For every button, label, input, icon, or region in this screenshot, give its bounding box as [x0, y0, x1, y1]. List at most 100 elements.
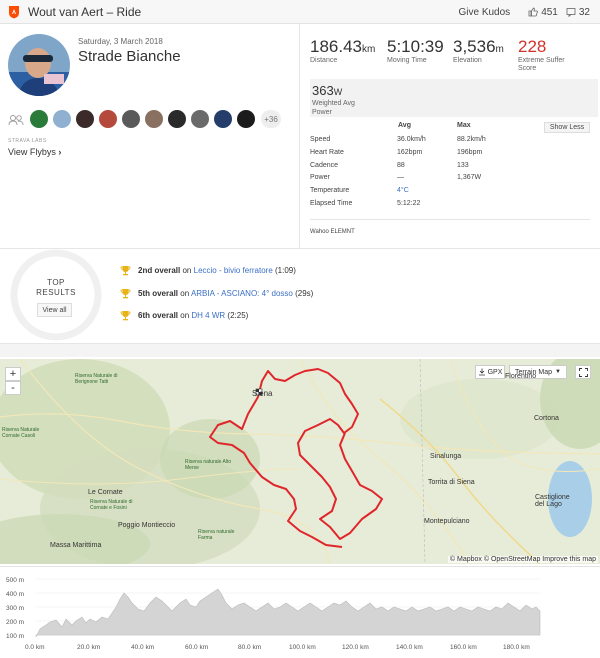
elevation-value: 3,536	[453, 37, 496, 56]
map-label-reserve-alto-merse: Riserva naturale Alto Merse	[185, 459, 232, 471]
athlete-avatar[interactable]	[8, 34, 70, 96]
x-label: 160.0 km	[450, 644, 477, 651]
give-kudos-button[interactable]: Give Kudos	[458, 7, 510, 18]
show-less-button[interactable]: Show Less	[544, 122, 590, 133]
segment-link[interactable]: DH 4 WR	[191, 311, 225, 320]
row-label: Power	[310, 174, 330, 181]
device-name: Wahoo ELEMNT	[310, 229, 355, 235]
result-on: on	[180, 311, 190, 320]
elevation-chart-svg: 500 m 400 m 300 m 200 m 100 m 0.0 km 20.…	[6, 577, 541, 651]
map-label-reserve-farma: Riserva naturale Farma	[198, 529, 235, 541]
row-avg: 4°C	[397, 187, 409, 194]
distance-unit: km	[362, 44, 376, 55]
kudos-counter[interactable]: 451	[528, 7, 558, 18]
x-label: 0.0 km	[25, 644, 45, 651]
map-label-castiglione: Castiglione del Lago	[535, 494, 570, 508]
athlete-avatar-small[interactable]	[168, 110, 186, 128]
activity-name: Strade Bianche	[78, 48, 181, 65]
map-label-sinalunga: Sinalunga	[430, 453, 462, 460]
athlete-avatar-small[interactable]	[99, 110, 117, 128]
fullscreen-button[interactable]	[575, 365, 591, 379]
group-ride-icon	[8, 115, 24, 126]
suffer-score-value: 228	[518, 37, 547, 56]
x-label: 120.0 km	[342, 644, 369, 651]
map-label-florentino: Florentino	[505, 373, 537, 380]
result-time: (2:25)	[227, 311, 249, 320]
comments-counter[interactable]: 32	[566, 7, 590, 18]
result-on: on	[180, 289, 190, 298]
x-label: 100.0 km	[289, 644, 316, 651]
row-avg: 162bpm	[397, 149, 423, 156]
athlete-avatar-small[interactable]	[53, 110, 71, 128]
trophy-icon	[120, 266, 131, 276]
segment-link[interactable]: Leccio - bivio ferratore	[194, 266, 273, 275]
strava-labs-label: STRAVA LABS	[8, 138, 47, 144]
elevation-chart[interactable]: 500 m 400 m 300 m 200 m 100 m 0.0 km 20.…	[0, 566, 600, 658]
y-label: 300 m	[6, 605, 24, 612]
activity-summary: Saturday, 3 March 2018 Strade Bianche +3…	[0, 24, 300, 248]
view-flybys-link[interactable]: View Flybys ›	[8, 147, 61, 157]
x-label: 80.0 km	[238, 644, 261, 651]
route-map[interactable]: + - GPX Terrain Map ▼ Siena Sinalunga Co…	[0, 359, 600, 564]
row-max: 88.2km/h	[457, 136, 486, 143]
athlete-avatar-small[interactable]	[76, 110, 94, 128]
result-item: 5th overall on ARBIA - ASCIANO: 4° dosso…	[120, 288, 313, 299]
row-avg: 36.0km/h	[397, 136, 426, 143]
x-label: 20.0 km	[77, 644, 100, 651]
map-label-massa: Massa Marittima	[50, 542, 102, 549]
result-item: 6th overall on DH 4 WR (2:25)	[120, 310, 248, 321]
y-label: 500 m	[6, 577, 24, 584]
athlete-avatar-small[interactable]	[30, 110, 48, 128]
activity-date: Saturday, 3 March 2018	[78, 37, 163, 46]
map-attribution[interactable]: © Mapbox © OpenStreetMap Improve this ma…	[447, 556, 598, 563]
chevron-right-icon: ›	[58, 147, 62, 157]
result-rank: 6th overall	[138, 311, 179, 320]
athlete-avatar-small[interactable]	[122, 110, 140, 128]
gpx-download-button[interactable]: GPX	[475, 365, 505, 379]
top-results-title-line1: TOP	[47, 278, 65, 287]
x-label: 140.0 km	[396, 644, 423, 651]
row-label: Speed	[310, 136, 331, 143]
view-all-button[interactable]: View all	[37, 303, 72, 317]
zoom-in-button[interactable]: +	[5, 367, 21, 381]
map-label-torrita: Torrita di Siena	[428, 479, 475, 486]
map-label-montepulciano: Montepulciano	[424, 518, 470, 525]
top-results-title-line2: RESULTS	[36, 288, 76, 297]
stat-elevation: 3,536m Elevation	[453, 37, 504, 64]
stat-suffer-score[interactable]: 228 Extreme Suffer Score	[518, 37, 578, 73]
group-athletes: +36	[30, 110, 281, 128]
comment-icon	[566, 8, 576, 17]
row-max: 133	[457, 162, 469, 169]
download-icon	[478, 368, 485, 376]
elevation-profile	[35, 588, 541, 638]
col-avg-header: Avg	[398, 122, 411, 129]
row-max: 1,367W	[457, 174, 482, 181]
terrain-map-canvas	[0, 359, 600, 564]
more-athletes-badge[interactable]: +36	[261, 110, 281, 128]
result-item: 2nd overall on Leccio - bivio ferratore …	[120, 265, 296, 276]
athlete-avatar-small[interactable]	[191, 110, 209, 128]
x-label: 60.0 km	[185, 644, 208, 651]
row-label: Temperature	[310, 187, 350, 194]
stat-distance: 186.43km Distance	[310, 37, 375, 64]
athlete-avatar-small[interactable]	[214, 110, 232, 128]
zoom-out-button[interactable]: -	[5, 381, 21, 395]
athlete-avatar-small[interactable]	[145, 110, 163, 128]
view-flybys-label: View Flybys	[8, 147, 56, 157]
elevation-unit: m	[495, 44, 504, 55]
comments-count: 32	[578, 6, 590, 18]
strava-shield-icon	[9, 5, 19, 18]
map-label-le-cornate: Le Cornate	[88, 489, 123, 496]
top-results: TOP RESULTS View all 2nd overall on Lecc…	[0, 248, 600, 357]
row-avg: 5:12:22	[397, 200, 421, 207]
y-label: 100 m	[6, 633, 24, 640]
row-avg: —	[397, 174, 404, 181]
result-on: on	[182, 266, 192, 275]
fullscreen-icon	[578, 367, 588, 377]
athlete-avatar-small[interactable]	[237, 110, 255, 128]
map-label-poggio: Poggio Montieccio	[118, 522, 176, 529]
page-title: Wout van Aert – Ride	[28, 4, 142, 19]
row-avg: 88	[397, 162, 405, 169]
segment-link[interactable]: ARBIA - ASCIANO: 4° dosso	[191, 289, 293, 298]
distance-value: 186.43	[310, 37, 362, 56]
